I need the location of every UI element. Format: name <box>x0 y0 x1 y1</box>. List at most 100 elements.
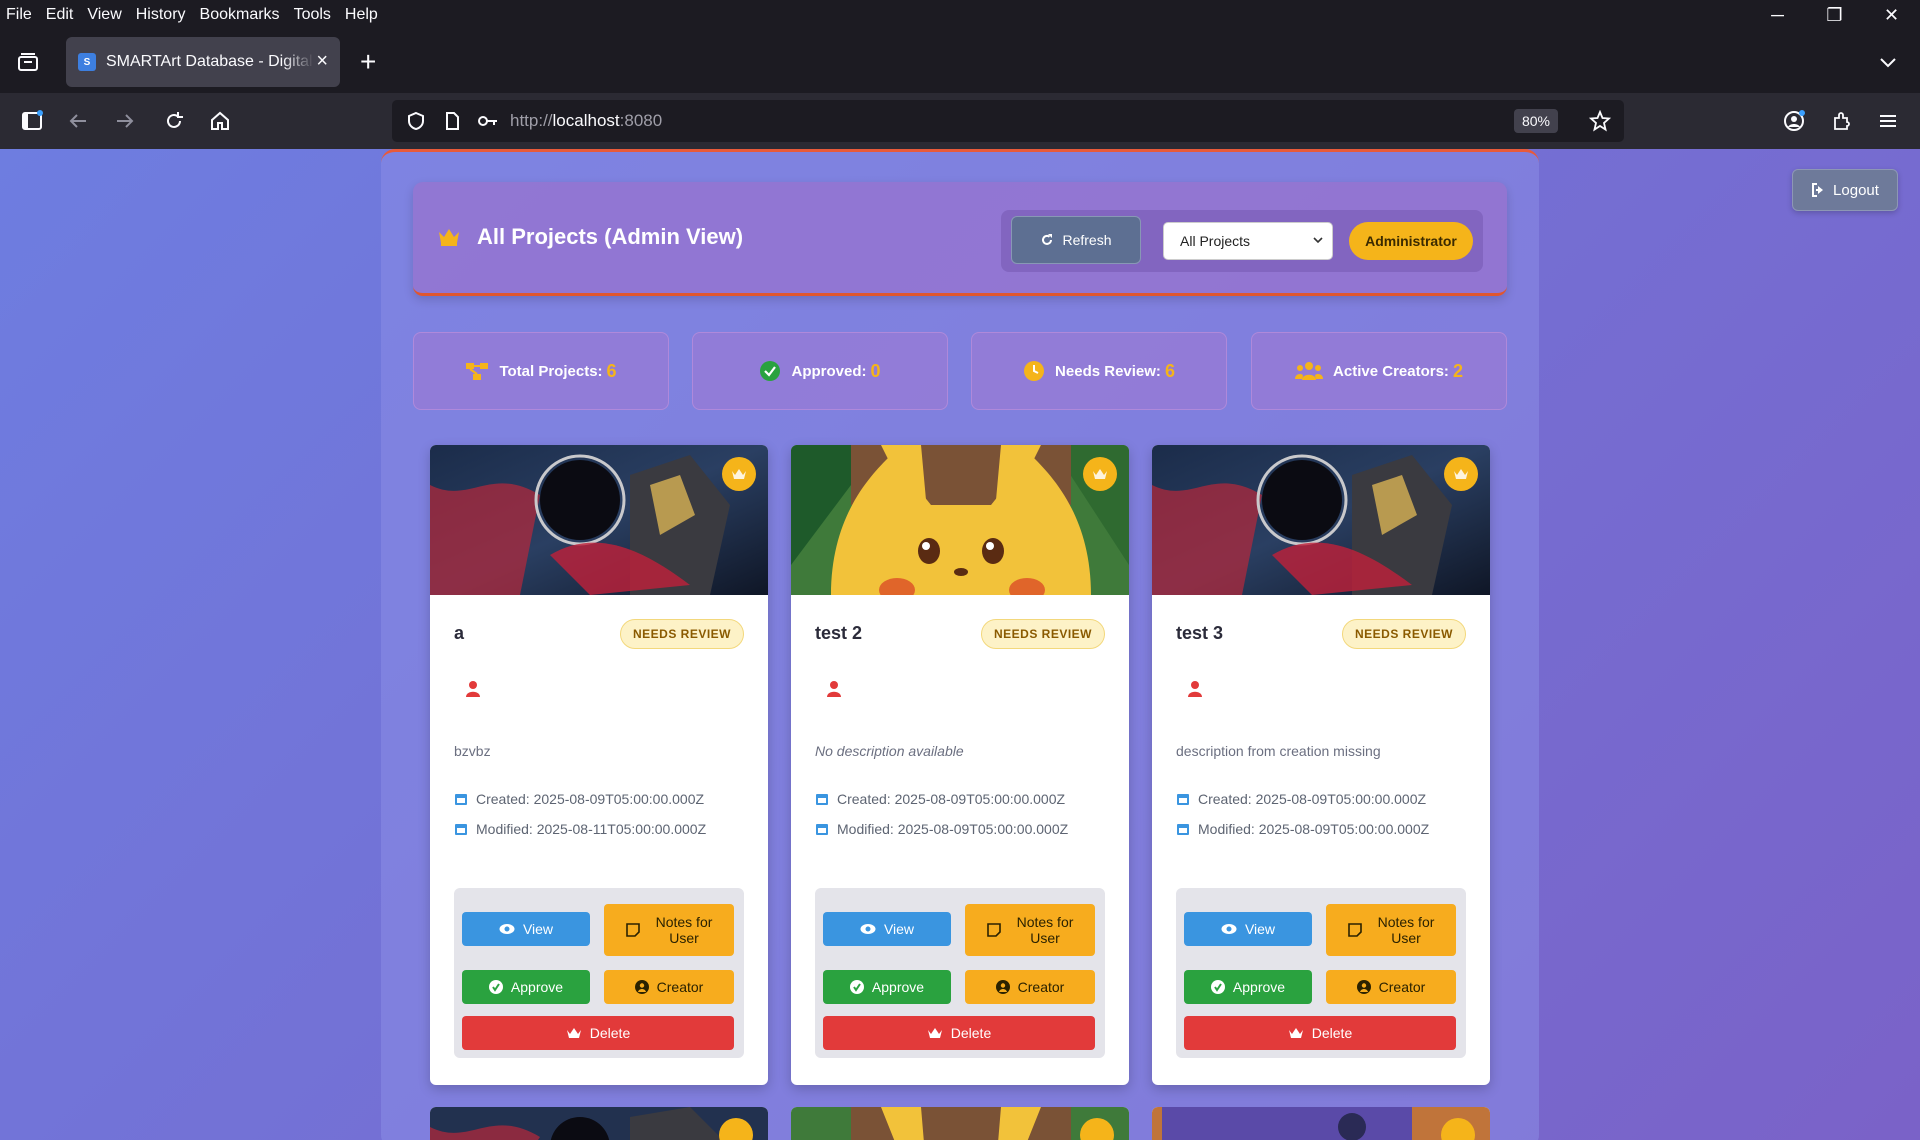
eye-icon <box>860 924 876 934</box>
delete-button[interactable]: Delete <box>823 1016 1095 1050</box>
favicon-icon: S <box>78 53 96 71</box>
menu-view[interactable]: View <box>87 6 121 24</box>
project-card-partial <box>791 1107 1129 1140</box>
zoom-level[interactable]: 80% <box>1513 109 1558 133</box>
view-label: View <box>1244 921 1276 937</box>
home-icon[interactable] <box>208 109 232 133</box>
created-date: Created: 2025-08-09T05:00:00.000Z <box>454 791 704 807</box>
reload-icon[interactable] <box>162 109 186 133</box>
menu-help[interactable]: Help <box>345 6 378 24</box>
clock-icon <box>1024 361 1045 381</box>
menu-file[interactable]: File <box>6 6 32 24</box>
delete-button[interactable]: Delete <box>1184 1016 1456 1050</box>
restore-button[interactable]: ❐ <box>1806 0 1863 30</box>
refresh-icon <box>1042 234 1053 245</box>
menu-edit[interactable]: Edit <box>46 6 74 24</box>
extensions-icon[interactable] <box>1830 109 1854 133</box>
hamburger-menu-icon[interactable] <box>1876 109 1900 133</box>
bookmark-star-icon[interactable] <box>1588 109 1612 133</box>
calendar-icon <box>455 794 467 805</box>
project-card: test 3 NEEDS REVIEW description from cre… <box>1152 445 1490 1085</box>
project-filter-select[interactable]: All Projects <box>1163 222 1333 260</box>
creator-button[interactable]: Creator <box>604 970 734 1004</box>
view-button[interactable]: View <box>1184 912 1312 946</box>
user-icon <box>466 681 480 702</box>
shield-icon[interactable] <box>404 109 428 133</box>
view-button[interactable]: View <box>462 912 590 946</box>
firefox-view-icon[interactable] <box>14 48 42 76</box>
refresh-button[interactable]: Refresh <box>1011 216 1141 264</box>
crown-icon <box>1083 457 1117 491</box>
page-content: Logout All Projects (Admin View) Refresh… <box>0 149 1920 1140</box>
project-thumbnail[interactable] <box>430 445 768 595</box>
chevron-down-icon <box>1313 237 1323 244</box>
check-circle-icon <box>488 980 503 994</box>
project-description: bzvbz <box>454 743 491 759</box>
creator-button[interactable]: Creator <box>1326 970 1456 1004</box>
approve-button[interactable]: Approve <box>462 970 590 1004</box>
url-text[interactable]: http://localhost:8080 <box>510 111 662 131</box>
crown-icon <box>722 457 756 491</box>
view-button[interactable]: View <box>823 912 951 946</box>
forward-arrow-icon[interactable] <box>113 109 137 133</box>
stat-value: 2 <box>1452 360 1463 381</box>
logout-button[interactable]: Logout <box>1792 169 1898 211</box>
account-icon[interactable] <box>1782 109 1806 133</box>
stat-value: 6 <box>1164 360 1175 381</box>
created-text: Created: 2025-08-09T05:00:00.000Z <box>476 791 705 807</box>
delete-button[interactable]: Delete <box>462 1016 734 1050</box>
tab-smartart[interactable]: S SMARTArt Database - Digital A × <box>66 37 340 87</box>
admin-header: All Projects (Admin View) Refresh All Pr… <box>413 182 1507 296</box>
user-icon <box>1188 681 1202 702</box>
status-badge: NEEDS REVIEW <box>980 619 1105 649</box>
new-tab-button[interactable]: + <box>360 46 376 78</box>
delete-label: Delete <box>950 1025 992 1041</box>
refresh-label: Refresh <box>1062 232 1112 248</box>
calendar-icon <box>1177 824 1189 835</box>
stat-label: Total Projects: <box>499 362 603 380</box>
users-icon <box>1295 362 1324 380</box>
notes-for-user-button[interactable]: Notes for User <box>1326 904 1456 956</box>
delete-label: Delete <box>1311 1025 1353 1041</box>
check-circle-icon <box>760 361 781 381</box>
page-info-icon[interactable] <box>440 109 464 133</box>
calendar-icon <box>816 824 828 835</box>
creator-label: Creator <box>1017 979 1065 995</box>
user-icon <box>827 681 841 702</box>
menu-tools[interactable]: Tools <box>294 6 331 24</box>
approve-button[interactable]: Approve <box>823 970 951 1004</box>
project-card-partial <box>1152 1107 1490 1140</box>
key-icon[interactable] <box>476 109 500 133</box>
check-circle-icon <box>1210 980 1225 994</box>
minimize-button[interactable]: ─ <box>1749 0 1806 30</box>
stat-total-projects: Total Projects: 6 <box>413 332 669 410</box>
approve-button[interactable]: Approve <box>1184 970 1312 1004</box>
tab-close-icon[interactable]: × <box>316 50 328 73</box>
sticky-note-icon <box>986 923 1001 937</box>
filter-selected-value: All Projects <box>1180 233 1251 249</box>
menubar: File Edit View History Bookmarks Tools H… <box>0 0 1920 30</box>
user-circle-icon <box>1356 980 1371 994</box>
tab-title: SMARTArt Database - Digital A <box>106 53 314 70</box>
url-bar[interactable]: http://localhost:8080 80% <box>392 100 1624 142</box>
menu-bookmarks[interactable]: Bookmarks <box>200 6 280 24</box>
notes-for-user-button[interactable]: Notes for User <box>965 904 1095 956</box>
creator-button[interactable]: Creator <box>965 970 1095 1004</box>
project-title: test 2 <box>815 623 863 643</box>
modified-text: Modified: 2025-08-09T05:00:00.000Z <box>837 821 1069 837</box>
sidebar-icon[interactable] <box>20 109 44 133</box>
project-diagram-icon <box>466 363 489 380</box>
project-thumbnail[interactable] <box>791 445 1129 595</box>
close-window-button[interactable]: ✕ <box>1863 0 1920 30</box>
project-thumbnail[interactable] <box>1152 445 1490 595</box>
creator-label: Creator <box>1378 979 1426 995</box>
list-all-tabs-icon[interactable] <box>1878 52 1898 77</box>
eye-icon <box>1221 924 1237 934</box>
window-controls: ─ ❐ ✕ <box>1749 0 1920 30</box>
calendar-icon <box>455 824 467 835</box>
back-arrow-icon[interactable] <box>66 109 90 133</box>
notes-for-user-button[interactable]: Notes for User <box>604 904 734 956</box>
project-title: a <box>454 623 465 643</box>
navigation-toolbar: http://localhost:8080 80% <box>0 93 1920 149</box>
menu-history[interactable]: History <box>136 6 186 24</box>
